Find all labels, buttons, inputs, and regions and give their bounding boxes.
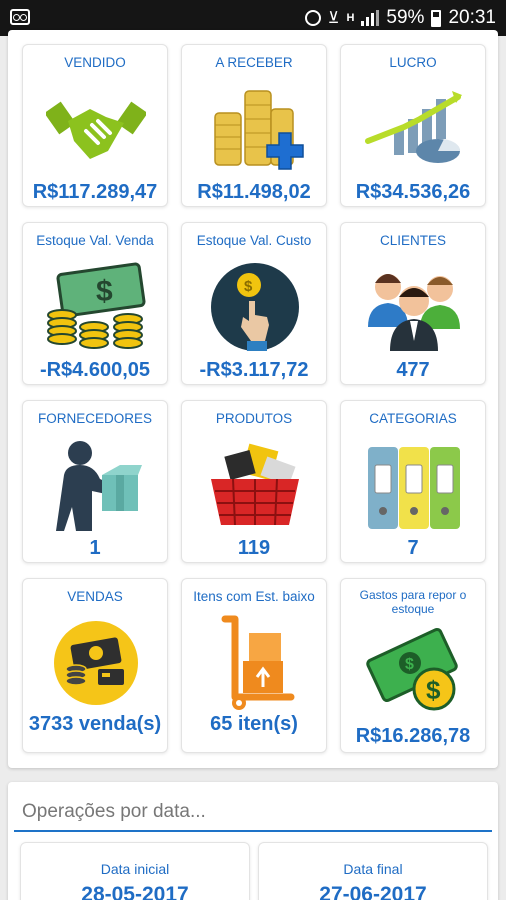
battery-icon: [431, 9, 442, 27]
folders-icon: [368, 447, 460, 529]
tile-value: -R$4.600,05: [39, 359, 151, 381]
tile-label: VENDAS: [67, 589, 123, 604]
tile-value: R$117.289,47: [32, 181, 158, 203]
voicemail-icon: [10, 9, 30, 25]
end-date-label: Data final: [343, 861, 403, 877]
tile-label: Gastos para repor o estoque: [359, 588, 467, 616]
network-type: H: [346, 12, 355, 24]
tile-label: Estoque Val. Venda: [36, 233, 154, 248]
money-coins-icon: $: [47, 262, 146, 349]
svg-text:$: $: [426, 675, 441, 705]
wifi-icon: ⊻: [327, 10, 340, 27]
tile-fornecedores[interactable]: FORNECEDORES 1: [22, 400, 168, 563]
tile-label: PRODUTOS: [215, 411, 293, 426]
svg-text:$: $: [405, 656, 414, 673]
start-date-value: 28-05-2017: [81, 883, 189, 900]
tile-value: R$16.286,78: [355, 725, 471, 747]
tile-value: 3733 venda(s): [28, 713, 162, 735]
svg-text:$: $: [244, 278, 253, 295]
tile-value: 119: [237, 537, 271, 559]
start-date-label: Data inicial: [100, 861, 170, 877]
tile-estoque-val-custo[interactable]: Estoque Val. Custo $ -R$3.117,72: [181, 222, 327, 385]
tile-value: 1: [89, 537, 101, 559]
tile-label: CLIENTES: [379, 233, 447, 248]
end-date-box[interactable]: Data final 27-06-2017: [258, 842, 488, 900]
operations-panel: Data inicial 28-05-2017 Data final 27-06…: [8, 782, 498, 900]
operations-search-input[interactable]: [14, 794, 492, 832]
coins-plus-icon: [214, 90, 304, 170]
tile-label: VENDIDO: [64, 55, 126, 70]
hand-truck-icon: [221, 615, 295, 710]
sales-money-icon: [54, 621, 138, 705]
growth-chart-icon: [365, 91, 462, 163]
signal-icon: [361, 10, 380, 26]
tile-value: R$34.536,26: [355, 181, 471, 203]
shopping-basket-icon: [211, 443, 299, 526]
tile-label: CATEGORIAS: [369, 411, 457, 426]
tile-estoque-val-venda[interactable]: Estoque Val. Venda $ -R$4.600,05: [22, 222, 168, 385]
coin-hand-icon: $: [211, 263, 299, 351]
people-icon: [368, 274, 460, 351]
tile-a-receber[interactable]: A RECEBER R$11.498,02: [181, 44, 327, 207]
svg-text:$: $: [96, 275, 113, 308]
tile-label: Estoque Val. Custo: [196, 233, 312, 248]
dashboard-grid: VENDIDO R$117.289,47 A RECEBER R$11.498,…: [8, 30, 498, 768]
tile-label: FORNECEDORES: [37, 411, 152, 426]
battery-percent: 59%: [386, 7, 425, 28]
tile-label: LUCRO: [389, 55, 437, 70]
handshake-icon: [46, 101, 146, 159]
tile-vendido[interactable]: VENDIDO R$117.289,47: [22, 44, 168, 207]
tile-label: A RECEBER: [215, 55, 293, 70]
delivery-person-icon: [56, 441, 142, 531]
tile-categorias[interactable]: CATEGORIAS 7: [340, 400, 486, 563]
tile-value: -R$3.117,72: [199, 359, 309, 381]
tile-vendas[interactable]: VENDAS 3733 venda(s): [22, 578, 168, 753]
banknote-coin-icon: $ $: [366, 627, 458, 711]
tile-clientes[interactable]: CLIENTES 477: [340, 222, 486, 385]
tile-itens-est-baixo[interactable]: Itens com Est. baixo 65 iten(s): [181, 578, 327, 753]
tile-value: R$11.498,02: [197, 181, 311, 203]
tile-value: 477: [396, 359, 430, 381]
clock: 20:31: [448, 7, 496, 28]
alarm-icon: [304, 10, 321, 26]
tile-value: 7: [407, 537, 419, 559]
tile-lucro[interactable]: LUCRO R$34.536,26: [340, 44, 486, 207]
start-date-box[interactable]: Data inicial 28-05-2017: [20, 842, 250, 900]
end-date-value: 27-06-2017: [319, 883, 427, 900]
tile-produtos[interactable]: PRODUTOS 119: [181, 400, 327, 563]
tile-gastos-repor-estoque[interactable]: Gastos para repor o estoque $ $ R$16.286…: [340, 578, 486, 753]
tile-value: 65 iten(s): [210, 713, 298, 735]
tile-label: Itens com Est. baixo: [193, 589, 315, 604]
